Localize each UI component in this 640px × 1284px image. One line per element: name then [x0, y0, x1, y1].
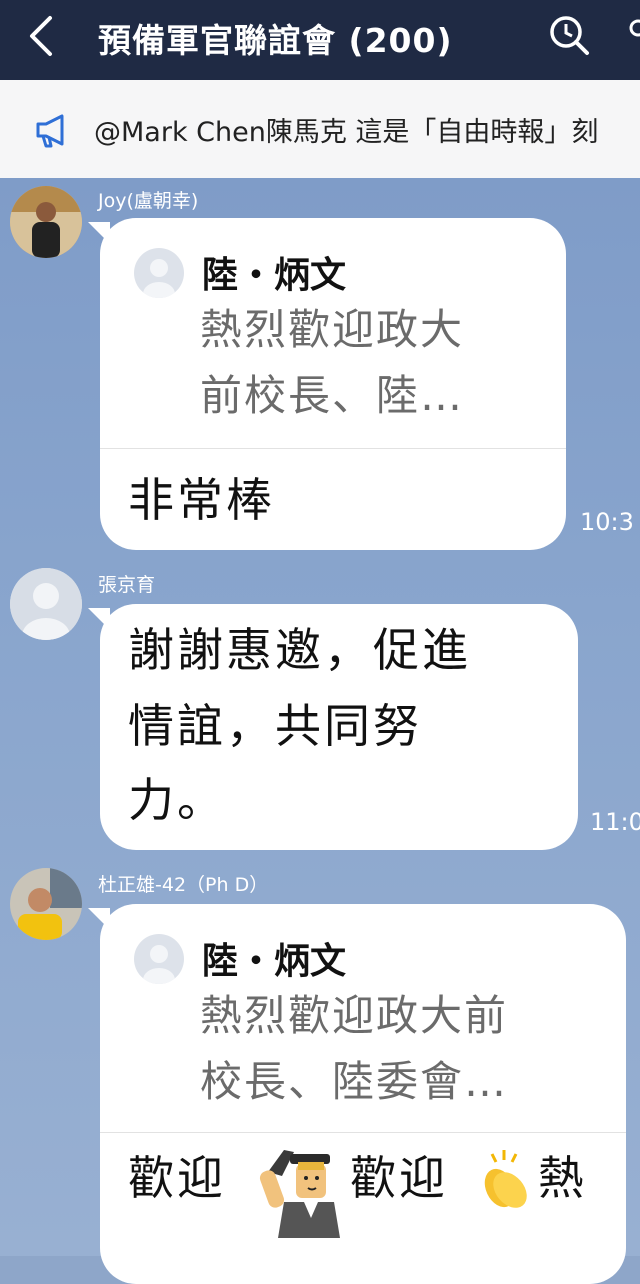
message-text: 熱	[538, 1151, 587, 1205]
message-text: 歡迎	[128, 1151, 226, 1205]
announcement-text: @Mark Chen陳馬克 這是「自由時報」刻	[94, 117, 599, 148]
quote-line: 熱烈歡迎政大前	[200, 991, 509, 1040]
chat-title: 預備軍官聯誼會 (200)	[98, 21, 453, 60]
bowing-man-emoji-icon	[259, 1150, 340, 1238]
more-icon[interactable]	[622, 12, 640, 58]
message-bubble[interactable]: 謝謝惠邀，促進 情誼，共同努 力。	[100, 604, 578, 850]
clapping-hands-emoji-icon	[484, 1150, 527, 1208]
divider	[100, 1132, 626, 1133]
quote-avatar	[134, 934, 184, 984]
back-icon[interactable]	[22, 14, 62, 58]
message-text: 非常棒	[128, 473, 275, 527]
message-line: 力。	[128, 773, 226, 827]
chat-header: 預備軍官聯誼會 (200)	[0, 0, 640, 80]
divider	[100, 448, 566, 449]
sender-name: 張京育	[98, 574, 156, 596]
quote-avatar	[134, 248, 184, 298]
chat-area[interactable]: Joy(盧朝幸) 陸・炳文 熱烈歡迎政大 前校長、陸… 非常棒 10:3 張京育…	[0, 178, 640, 1284]
quote-line: 前校長、陸…	[200, 371, 465, 420]
avatar[interactable]	[10, 186, 82, 258]
quote-line: 校長、陸委會…	[200, 1057, 509, 1106]
search-icon[interactable]	[546, 12, 592, 58]
message-line: 謝謝惠邀，促進	[128, 623, 471, 677]
avatar[interactable]	[10, 568, 82, 640]
quote-sender: 陸・炳文	[202, 255, 347, 296]
message-text: 歡迎	[350, 1151, 448, 1205]
message-bubble[interactable]: 陸・炳文 熱烈歡迎政大 前校長、陸… 非常棒	[100, 218, 566, 550]
message-time: 10:3	[580, 508, 634, 536]
sender-name: Joy(盧朝幸)	[98, 190, 199, 212]
sender-name: 杜正雄-42（Ph D）	[98, 874, 269, 896]
megaphone-icon	[36, 114, 64, 148]
quote-sender: 陸・炳文	[202, 941, 347, 982]
quote-line: 熱烈歡迎政大	[200, 305, 465, 354]
announcement-bar[interactable]: @Mark Chen陳馬克 這是「自由時報」刻	[0, 80, 640, 178]
message-bubble[interactable]: 陸・炳文 熱烈歡迎政大前 校長、陸委會… 歡迎 歡迎 熱	[100, 904, 626, 1284]
message-line: 情誼，共同努	[128, 699, 422, 753]
avatar[interactable]	[10, 868, 82, 940]
message-time: 11:0	[590, 808, 640, 836]
